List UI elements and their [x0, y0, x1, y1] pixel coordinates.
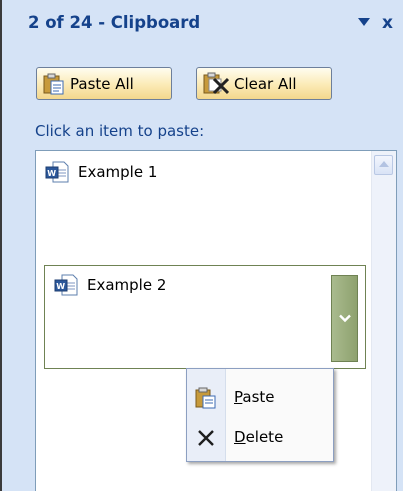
paste-all-icon — [43, 73, 64, 94]
menu-item-paste-label: Paste — [234, 388, 275, 406]
svg-text:W: W — [56, 282, 65, 291]
task-pane-titlebar: 2 of 24 - Clipboard x — [2, 0, 403, 44]
instruction-text: Click an item to paste: — [35, 122, 205, 140]
menu-item-delete[interactable]: Delete — [187, 421, 333, 455]
close-icon[interactable]: x — [382, 13, 393, 33]
paste-icon — [195, 387, 216, 409]
item-dropdown-button[interactable] — [331, 275, 358, 362]
word-document-icon: W — [54, 274, 78, 296]
clipboard-item-label: Example 1 — [78, 163, 158, 181]
clipboard-item-1[interactable]: W Example 1 — [45, 161, 157, 183]
clipboard-item-2[interactable]: W Example 2 — [54, 274, 166, 296]
vertical-scrollbar[interactable] — [371, 151, 396, 491]
word-document-icon: W — [45, 161, 69, 183]
menu-item-paste[interactable]: Paste — [187, 381, 333, 415]
chevron-down-icon — [339, 314, 351, 323]
delete-x-icon — [198, 430, 214, 446]
svg-text:W: W — [47, 169, 56, 178]
delete-accelerator: D — [234, 428, 246, 446]
clipboard-item-label: Example 2 — [87, 276, 167, 294]
paste-all-button[interactable]: Paste All — [36, 67, 172, 100]
clear-all-icon — [203, 72, 229, 94]
clipboard-task-pane: 2 of 24 - Clipboard x Paste All Clear Al… — [0, 0, 403, 491]
chevron-down-icon[interactable] — [358, 18, 370, 26]
paste-all-label: Paste All — [70, 74, 134, 93]
scroll-up-button[interactable] — [374, 155, 393, 175]
delete-label-rest: elete — [245, 428, 284, 446]
clipboard-item-2-selected[interactable]: W Example 2 — [44, 265, 366, 369]
item-context-menu: Paste Delete — [186, 368, 334, 462]
clear-all-button[interactable]: Clear All — [196, 67, 332, 100]
menu-item-delete-label: Delete — [234, 428, 283, 446]
task-pane-title: 2 of 24 - Clipboard — [28, 13, 201, 32]
paste-label-rest: aste — [242, 388, 275, 406]
clear-all-label: Clear All — [234, 74, 297, 93]
